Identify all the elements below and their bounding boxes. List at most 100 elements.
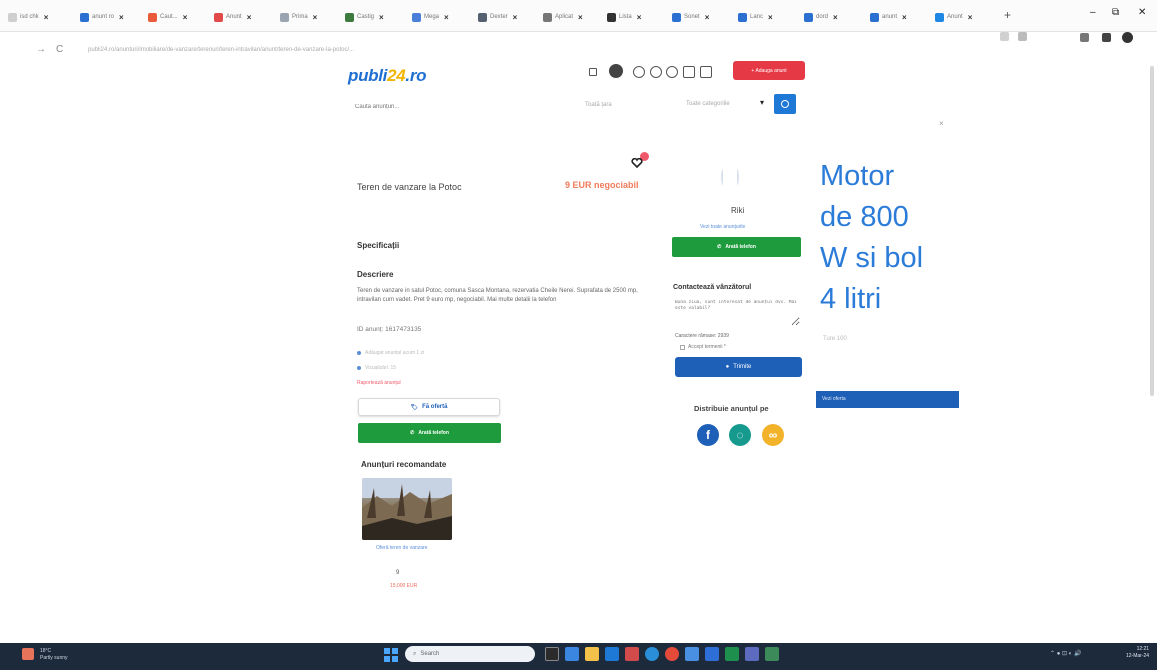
report-link[interactable]: Raportează anunțul [357,380,401,386]
close-icon[interactable]: × [939,119,944,128]
char-count: Caractere rămase: 2939 [675,333,729,339]
system-tray[interactable]: ⌃ ● ⊡ ◐ 🔊 [1050,650,1081,657]
category-select[interactable]: Toate categoriile [686,101,730,107]
file-explorer-icon[interactable] [585,647,599,661]
tab-close-icon[interactable]: × [833,13,838,22]
browser-tab[interactable]: Sonet × [672,10,709,24]
recommended-caption[interactable]: Oferă teren de vanzare [376,545,427,551]
browser-tab[interactable]: Castig × [345,10,384,24]
start-icon[interactable] [384,648,398,662]
checkbox-icon[interactable] [680,344,685,350]
edge-icon[interactable] [645,647,659,661]
task-view-icon[interactable] [545,647,559,661]
tab-close-icon[interactable]: × [119,13,124,22]
tab-close-icon[interactable]: × [444,13,449,22]
tab-close-icon[interactable]: × [968,13,973,22]
browser-tab[interactable]: Dexter × [478,10,517,24]
minimize-icon[interactable]: – [1090,7,1096,18]
dot-icon [357,351,361,355]
link-share-icon[interactable]: ∞ [762,424,784,446]
star-icon[interactable] [1080,33,1089,42]
search-button[interactable] [774,94,796,114]
bell-icon[interactable] [650,66,662,78]
tab-close-icon[interactable]: × [705,13,710,22]
browser-tab[interactable]: dord × [804,10,838,24]
send-message-button[interactable]: ● Trimite [675,357,802,377]
tab-close-icon[interactable]: × [44,13,49,22]
tab-close-icon[interactable]: × [247,13,252,22]
seller-show-phone-button[interactable]: ✆ Arată telefon [672,237,801,257]
browser-tab[interactable]: Lista × [607,10,641,24]
scrollbar[interactable] [1150,66,1154,396]
make-offer-button[interactable]: 🏷 Fă ofertă [358,398,500,416]
wallet-icon[interactable] [700,66,712,78]
weather-icon[interactable] [22,648,34,660]
tab-close-icon[interactable]: × [379,13,384,22]
browser-tab[interactable]: isd chk × [8,10,48,24]
tab-favicon-icon [543,12,552,22]
tab-close-icon[interactable]: × [183,13,188,22]
word-icon[interactable] [705,647,719,661]
clock[interactable]: 12:21 12-Mar-24 [1126,646,1149,660]
seller-all-ads-link[interactable]: Vezi toate anunțurile [700,224,745,230]
add-listing-button[interactable]: + Adauga anunt [733,61,805,80]
new-tab-button[interactable]: + [1004,8,1011,22]
mail-icon[interactable] [605,647,619,661]
tab-close-icon[interactable]: × [637,13,642,22]
tab-label: dord [816,14,829,20]
app-icon[interactable] [765,647,779,661]
browser-tab[interactable]: anunt ro × [80,10,124,24]
browser-tab[interactable]: Caut... × [148,10,187,24]
browser-tab[interactable]: Aplicat × [543,10,583,24]
message-textarea[interactable] [675,300,800,326]
app-icon[interactable] [625,647,639,661]
weather-widget[interactable]: 18°C Partly sunny [40,648,68,662]
location-select[interactable]: Toată țara [585,102,612,108]
extension-icon[interactable] [1018,32,1027,41]
store-icon[interactable] [685,647,699,661]
chat-icon[interactable] [633,66,645,78]
show-phone-button[interactable]: ✆ Arată telefon [358,423,501,443]
whatsapp-icon[interactable]: ◌ [729,424,751,446]
recommended-listing-image[interactable] [362,478,452,540]
accept-terms-checkbox[interactable]: Accept termenii * [680,344,726,350]
excel-icon[interactable] [725,647,739,661]
tab-close-icon[interactable]: × [768,13,773,22]
heart-outline-icon[interactable] [666,66,678,78]
reload-icon[interactable]: C [56,44,63,55]
url-field[interactable]: publi24.ro/anunturi/imobiliare/de-vanzar… [88,47,354,53]
tab-close-icon[interactable]: × [902,13,907,22]
search-input[interactable] [355,100,580,114]
tab-label: Aplicat [555,14,574,20]
widgets-icon[interactable] [565,647,579,661]
chevron-down-icon[interactable]: ▾ [760,98,764,107]
restore-icon[interactable]: ⧉ [1112,7,1119,18]
site-logo[interactable]: publi24.ro [348,66,427,86]
browser-tab[interactable]: anunt × [870,10,907,24]
tab-close-icon[interactable]: × [513,13,518,22]
user-avatar-icon[interactable] [609,64,623,78]
browser-tab[interactable]: Mega × [412,10,449,24]
facebook-icon[interactable]: f [697,424,719,446]
close-window-icon[interactable]: ✕ [1138,7,1146,18]
extension-icon[interactable] [1000,32,1009,41]
taskbar-search[interactable]: ⌕ Search [405,646,535,662]
tab-close-icon[interactable]: × [578,13,583,22]
heart-icon[interactable] [631,158,643,168]
tab-label: Lista [619,14,632,20]
grid-icon[interactable] [589,68,597,76]
browser-tab[interactable]: Anunt × [214,10,251,24]
sidepanel-icon[interactable] [1102,33,1111,42]
tab-close-icon[interactable]: × [313,13,318,22]
browser-tab[interactable]: Prima × [280,10,317,24]
cart-icon[interactable] [683,66,695,78]
browser-tab[interactable]: Anunt × [935,10,972,24]
chrome-icon[interactable] [665,647,679,661]
search-icon: ⌕ [413,650,417,657]
tab-favicon-icon [804,12,813,22]
forward-icon[interactable]: → [36,44,46,55]
side-button[interactable]: Vezi oferta [816,391,959,408]
app-icon[interactable] [745,647,759,661]
browser-tab[interactable]: Lanc × [738,10,773,24]
profile-avatar[interactable] [1122,32,1133,43]
